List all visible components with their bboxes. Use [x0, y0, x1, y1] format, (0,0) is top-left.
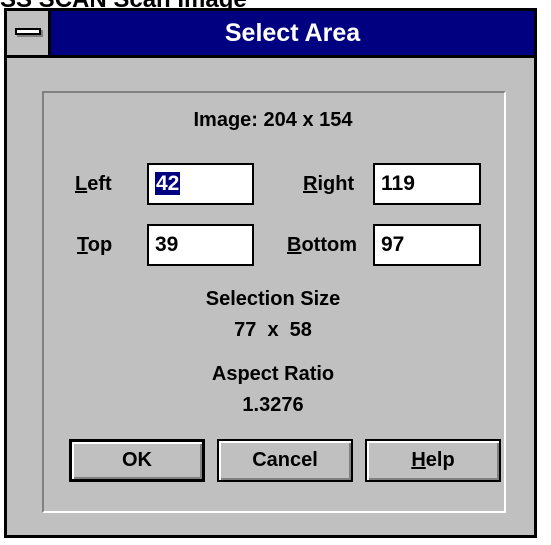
selection-size-heading: Selection Size	[205, 288, 341, 310]
right-label-rest: ight	[317, 173, 355, 195]
left-mnemonic: L	[75, 173, 88, 195]
control-menu-button[interactable]	[7, 11, 51, 55]
top-label: Top	[77, 234, 112, 257]
title-bar: Select Area	[7, 11, 534, 58]
left-label: Left	[75, 173, 112, 196]
top-input[interactable]: 39	[147, 224, 254, 266]
select-area-dialog: Select Area Image: 204 x 154 Left 42 Rig…	[4, 8, 537, 538]
top-value: 39	[155, 233, 179, 256]
left-input[interactable]: 42	[147, 163, 254, 205]
bottom-mnemonic: B	[287, 234, 302, 256]
left-label-rest: eft	[87, 173, 112, 195]
top-label-rest: op	[87, 234, 113, 256]
help-mnemonic: H	[411, 449, 426, 471]
bottom-value: 97	[381, 233, 405, 256]
dialog-title: Select Area	[224, 19, 361, 47]
help-label-rest: elp	[425, 449, 455, 471]
right-value: 119	[381, 172, 415, 195]
aspect-ratio-value: 1.3276	[242, 394, 304, 416]
aspect-ratio-heading: Aspect Ratio	[211, 363, 335, 385]
right-label: Right	[303, 173, 354, 196]
right-input[interactable]: 119	[373, 163, 481, 205]
top-mnemonic: T	[77, 234, 88, 256]
image-size-label: Image: 204 x 154	[193, 109, 353, 131]
bottom-label: Bottom	[287, 234, 357, 257]
left-value: 42	[155, 172, 181, 195]
bottom-input[interactable]: 97	[373, 224, 481, 266]
help-button[interactable]: Help	[365, 439, 501, 482]
selection-size-value: 77 x 58	[234, 319, 312, 341]
cancel-button[interactable]: Cancel	[217, 439, 353, 482]
right-mnemonic: R	[303, 173, 318, 195]
control-menu-icon	[15, 28, 41, 35]
ok-button[interactable]: OK	[69, 439, 205, 482]
bottom-label-rest: ottom	[301, 234, 357, 256]
